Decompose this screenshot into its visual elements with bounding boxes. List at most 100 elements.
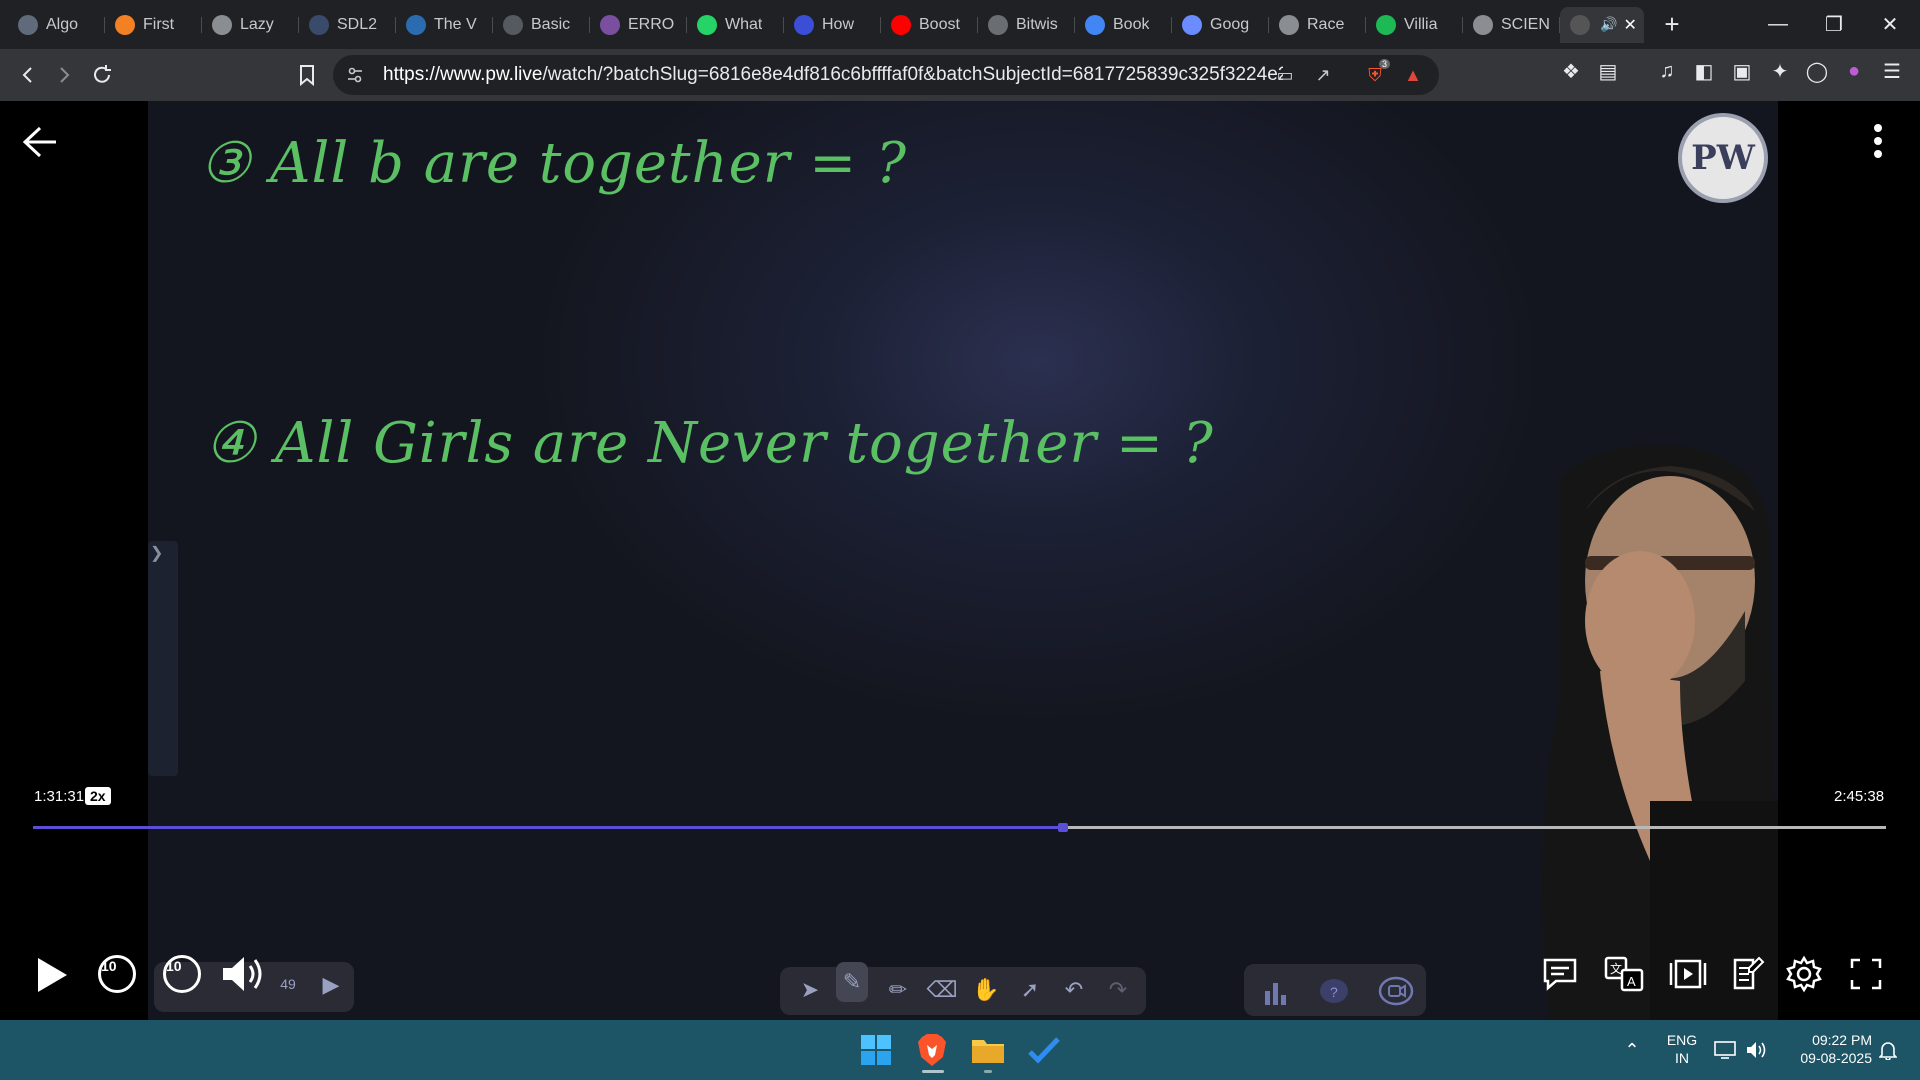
browser-tab[interactable]: Villia bbox=[1366, 7, 1463, 43]
eraser-tool-icon[interactable]: ⌫ bbox=[926, 974, 958, 1006]
language-indicator[interactable]: ENG IN bbox=[1662, 1031, 1702, 1067]
notification-bell-icon[interactable] bbox=[1872, 1030, 1904, 1070]
clock[interactable]: 09:22 PM 09-08-2025 bbox=[1782, 1031, 1872, 1067]
fullscreen-button[interactable] bbox=[1846, 952, 1886, 996]
taskbar-todo-button[interactable] bbox=[1024, 1030, 1064, 1070]
reload-button[interactable] bbox=[84, 57, 120, 93]
minimize-button[interactable]: — bbox=[1750, 0, 1806, 49]
redo-icon[interactable]: ↷ bbox=[1102, 974, 1134, 1006]
close-window-button[interactable]: ✕ bbox=[1862, 0, 1918, 49]
profile-icon[interactable]: ● bbox=[1840, 57, 1868, 85]
browser-tab-label: Bitwis bbox=[1016, 15, 1058, 33]
speaker-icon[interactable]: 🔊 bbox=[1600, 16, 1617, 33]
media-icon[interactable]: ♫ bbox=[1653, 57, 1681, 85]
back-button[interactable] bbox=[10, 57, 46, 93]
notes-button[interactable] bbox=[1728, 952, 1768, 996]
doubt-icon[interactable]: ? bbox=[1316, 974, 1352, 1010]
browser-toolbar: https://www.pw.live/watch/?batchSlug=681… bbox=[0, 49, 1920, 101]
address-bar[interactable]: https://www.pw.live/watch/?batchSlug=681… bbox=[333, 55, 1439, 95]
speaker-icon[interactable] bbox=[1740, 1030, 1772, 1070]
extensions-icon[interactable]: ❖ bbox=[1557, 57, 1585, 85]
url-domain: https://www.pw.live bbox=[383, 64, 543, 85]
cast-icon[interactable]: ▭ bbox=[1273, 63, 1297, 87]
browser-tab[interactable]: Goog bbox=[1172, 7, 1269, 43]
start-button[interactable] bbox=[856, 1030, 896, 1070]
translate-button[interactable]: A文 bbox=[1604, 952, 1644, 996]
site-settings-icon[interactable] bbox=[343, 63, 367, 87]
seek-bar[interactable] bbox=[33, 823, 1886, 832]
comments-button[interactable] bbox=[1540, 952, 1580, 996]
poll-icon[interactable] bbox=[1258, 974, 1294, 1010]
back-arrow-button[interactable] bbox=[22, 123, 58, 168]
seek-bar-handle[interactable] bbox=[1057, 823, 1068, 832]
restore-button[interactable]: ❐ bbox=[1806, 0, 1862, 49]
clock-time: 09:22 PM bbox=[1812, 1032, 1872, 1048]
brave-rewards-icon[interactable]: ▲ bbox=[1401, 63, 1425, 87]
new-tab-button[interactable]: + bbox=[1652, 9, 1692, 40]
browser-tab[interactable]: SDL2 bbox=[299, 7, 396, 43]
laser-tool-icon[interactable]: ➚ bbox=[1014, 974, 1046, 1006]
browser-tab[interactable]: First bbox=[105, 7, 202, 43]
browser-tab[interactable]: Lazy bbox=[202, 7, 299, 43]
forward-10-button[interactable]: 10 bbox=[160, 952, 204, 996]
play-button[interactable] bbox=[32, 951, 72, 999]
browser-tab[interactable]: Race bbox=[1269, 7, 1366, 43]
fullscreen-icon bbox=[1850, 958, 1882, 990]
slides-button[interactable] bbox=[1668, 952, 1708, 996]
browser-tab[interactable]: Algo bbox=[8, 7, 105, 43]
browser-tab[interactable]: ERRO bbox=[590, 7, 687, 43]
sidebar-icon[interactable]: ◧ bbox=[1690, 57, 1718, 85]
brackets-icon bbox=[503, 14, 523, 35]
undo-icon[interactable]: ↶ bbox=[1058, 974, 1090, 1006]
wallet-icon[interactable]: ▣ bbox=[1728, 57, 1756, 85]
bookmark-button[interactable] bbox=[289, 57, 325, 93]
google-icon bbox=[1085, 14, 1105, 35]
leo-ai-icon[interactable]: ✦ bbox=[1766, 57, 1794, 85]
browser-tab-label: Villia bbox=[1404, 15, 1438, 33]
browser-tab-label: Algo bbox=[46, 15, 79, 33]
clock-date: 09-08-2025 bbox=[1800, 1050, 1872, 1066]
browser-tab-label: Basic bbox=[531, 15, 571, 33]
pointer-tool-icon[interactable]: ➤ bbox=[794, 974, 826, 1006]
browser-tab[interactable]: Bitwis bbox=[978, 7, 1075, 43]
share-icon[interactable]: ↗ bbox=[1311, 63, 1335, 87]
taskbar-brave-button[interactable] bbox=[912, 1030, 952, 1070]
close-tab-icon[interactable]: ✕ bbox=[1623, 15, 1636, 35]
sdl-icon bbox=[309, 14, 329, 35]
browser-tab[interactable]: Book bbox=[1075, 7, 1172, 43]
browser-tab-active[interactable]: 🔊 ✕ bbox=[1560, 6, 1644, 43]
checkmark-app-icon bbox=[1028, 1037, 1060, 1064]
browser-tab[interactable]: Boost bbox=[881, 7, 978, 43]
chevron-right-icon bbox=[60, 67, 70, 83]
side-panel-chevron-icon[interactable]: ❯ bbox=[150, 543, 163, 563]
svg-text:文: 文 bbox=[1610, 961, 1622, 976]
browser-tab[interactable]: Basic bbox=[493, 7, 590, 43]
browser-tab[interactable]: SCIEN bbox=[1463, 7, 1560, 43]
hand-tool-icon[interactable]: ✋ bbox=[970, 974, 1002, 1006]
browser-tab[interactable]: What bbox=[687, 7, 784, 43]
taskbar-file-explorer-button[interactable] bbox=[968, 1030, 1008, 1070]
rewind-10-button[interactable]: 10 bbox=[95, 952, 139, 996]
network-icon[interactable] bbox=[1709, 1030, 1741, 1070]
pen-tool-icon[interactable]: ✎ bbox=[836, 962, 868, 1002]
more-options-button[interactable] bbox=[1868, 123, 1888, 163]
playback-speed-badge[interactable]: 2x bbox=[85, 787, 111, 805]
settings-button[interactable] bbox=[1784, 952, 1824, 996]
volume-button[interactable] bbox=[218, 950, 266, 998]
browser-tab[interactable]: The V bbox=[396, 7, 493, 43]
url-text[interactable]: https://www.pw.live/watch/?batchSlug=681… bbox=[383, 64, 1283, 86]
volume-icon bbox=[223, 957, 262, 991]
vpn-icon[interactable]: ◯ bbox=[1803, 57, 1831, 85]
browser-tab-label: Book bbox=[1113, 15, 1150, 33]
browser-tab[interactable]: How bbox=[784, 7, 881, 43]
video-player[interactable]: ❯ ③ All b are together = ? ④ All Girls a… bbox=[0, 101, 1920, 1020]
next-arrow-icon[interactable]: ▶ bbox=[316, 968, 346, 1002]
tray-overflow-chevron-icon[interactable]: ⌃ bbox=[1612, 1030, 1652, 1070]
forward-button[interactable] bbox=[46, 57, 82, 93]
chat-video-icon[interactable] bbox=[1376, 974, 1416, 1010]
menu-icon[interactable]: ☰ bbox=[1878, 57, 1906, 85]
notes-icon bbox=[1733, 956, 1765, 990]
highlighter-tool-icon[interactable]: ✏ bbox=[882, 974, 914, 1006]
live-count-icon[interactable]: 49 bbox=[272, 968, 304, 1000]
reader-mode-icon[interactable]: ▤ bbox=[1594, 57, 1622, 85]
